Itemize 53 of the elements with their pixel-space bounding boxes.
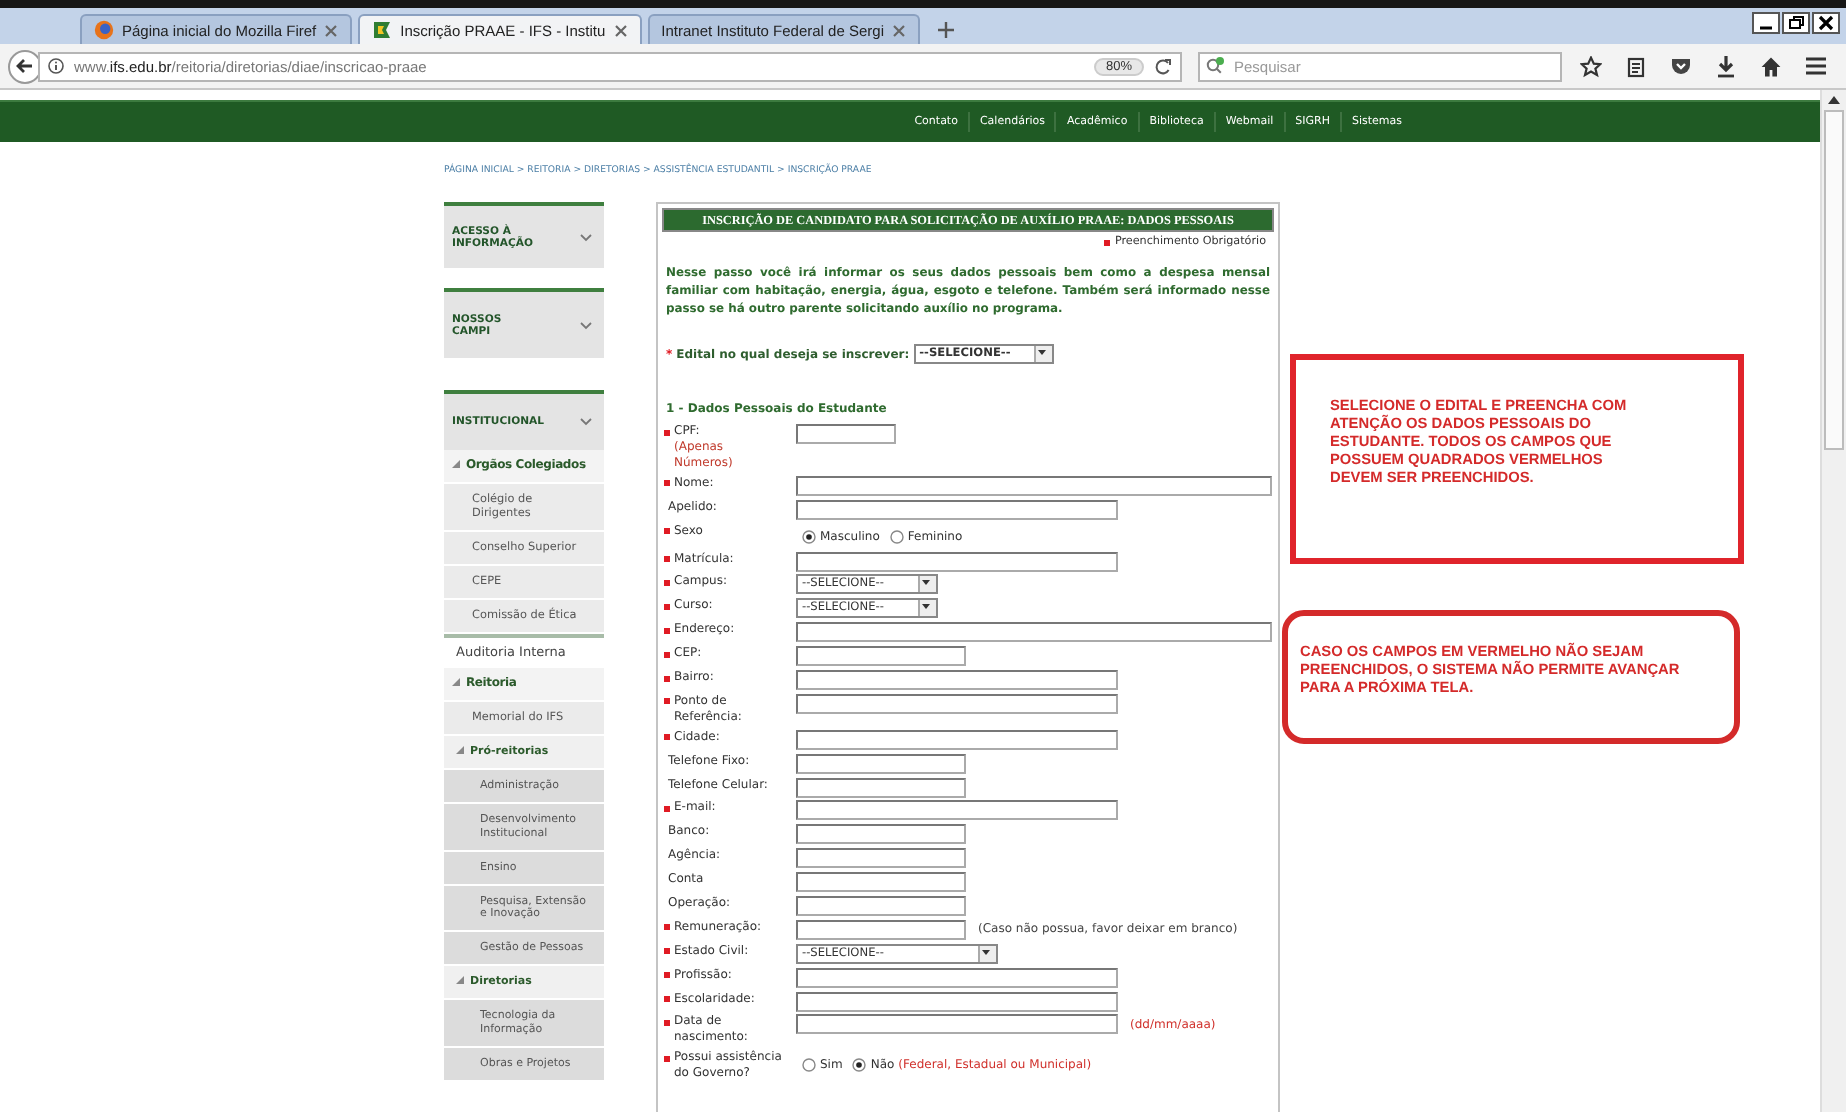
triangle-icon[interactable] [452,460,460,468]
input-field[interactable] [796,622,1272,643]
back-button[interactable] [8,49,42,83]
scroll-up-icon[interactable] [1826,94,1842,106]
radio-button[interactable] [852,1057,867,1072]
shield-icon[interactable] [1670,56,1692,76]
input-field[interactable] [796,991,1118,1012]
reload-icon[interactable] [1154,57,1172,75]
caret-icon [1035,346,1048,358]
input-field[interactable] [796,753,966,774]
input-field[interactable] [796,693,1118,714]
input-field[interactable] [796,967,1118,988]
input-field[interactable] [796,800,1118,821]
menu-icon[interactable] [1806,56,1826,76]
input-field[interactable] [796,919,966,940]
input-field[interactable] [796,670,1118,691]
input-field[interactable] [796,824,966,845]
triangle-icon[interactable] [452,678,460,686]
arrow-icon [16,58,34,74]
search-icon [1206,55,1226,75]
input-field[interactable] [796,424,896,444]
radio-button[interactable] [802,1057,816,1072]
input-field[interactable] [796,1014,1118,1035]
radio-button[interactable] [802,530,816,545]
info-icon [48,58,64,74]
input-field[interactable] [796,475,1272,496]
required-icon [1104,239,1111,245]
chevron-icon [580,418,592,426]
input-field[interactable] [796,777,966,798]
caret-icon [980,945,992,958]
radio-button[interactable] [889,530,904,545]
scroll-thumb[interactable] [1824,110,1844,450]
input-field[interactable] [796,729,1118,750]
download-icon[interactable] [1716,55,1736,77]
chevron-icon [580,233,592,241]
chevron-icon [580,321,592,329]
triangle-icon[interactable] [456,746,464,754]
close-icon[interactable] [1812,12,1840,34]
plus-icon[interactable] [938,22,954,38]
input-field[interactable] [796,896,966,917]
triangle-icon[interactable] [456,976,464,984]
home-icon[interactable] [1760,55,1782,77]
input-field[interactable] [796,872,966,893]
input-field[interactable] [796,499,1118,520]
star-icon[interactable] [1580,55,1602,77]
browser-icon [94,20,114,40]
clipboard-icon[interactable] [1626,55,1646,77]
input-field[interactable] [796,551,1118,572]
flag-icon [372,20,393,40]
restore-icon[interactable] [1782,12,1810,34]
input-field[interactable] [796,848,966,869]
minimize-icon[interactable] [1752,12,1780,34]
input-field[interactable] [796,646,966,667]
